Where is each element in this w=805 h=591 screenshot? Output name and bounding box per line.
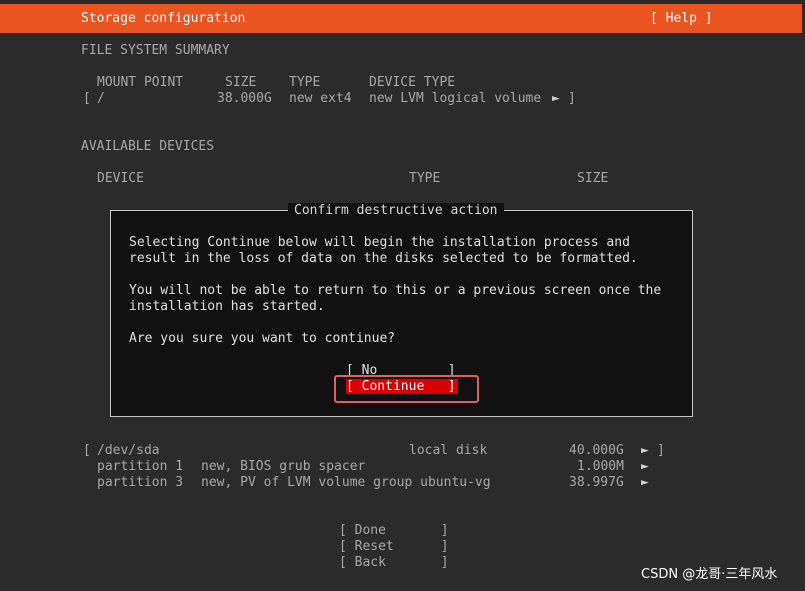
terminal-screen: Storage configuration [ Help ] FILE SYST… [0,0,805,591]
row-close-bracket: ] [568,91,576,106]
row-open-bracket: [ [83,91,91,106]
col-device-size: SIZE [577,171,609,186]
row-arrow-icon: ► [552,91,560,106]
partition-size: 38.997G [569,475,624,490]
dialog-line-2: result in the loss of data on the disks … [129,251,638,266]
dialog-line-4: installation has started. [129,299,325,314]
device-arrow-icon: ► [641,443,649,458]
dialog-line-1: Selecting Continue below will begin the … [129,235,630,250]
device-open-bracket: [ [83,443,91,458]
partition-desc: new, PV of LVM volume group ubuntu-vg [201,475,491,490]
partition-name: partition 1 [97,459,184,474]
col-device-type: DEVICE TYPE [369,75,456,90]
dialog-title: Confirm destructive action [288,203,504,219]
col-size: SIZE [225,75,257,90]
dialog-question: Are you sure you want to continue? [129,331,396,346]
device-name: /dev/sda [97,443,160,458]
row-type: new ext4 [289,91,352,106]
device-size: 40.000G [569,443,624,458]
device-type: local disk [409,443,488,458]
help-button[interactable]: [ Help ] [650,11,713,27]
header-bar: Storage configuration [ Help ] [0,4,802,33]
partition-arrow-icon: ► [641,459,649,474]
device-close-bracket: ] [657,443,665,458]
col-type: TYPE [289,75,321,90]
col-mount-point: MOUNT POINT [97,75,184,90]
col-device-type-2: TYPE [409,171,441,186]
partition-arrow-icon: ► [641,475,649,490]
row-device-type: new LVM logical volume [369,91,542,106]
available-devices-heading: AVAILABLE DEVICES [81,139,215,154]
partition-name: partition 3 [97,475,184,490]
watermark: CSDN @龙哥·三年风水 [641,567,778,582]
row-size: 38.000G [217,91,272,106]
page-title: Storage configuration [81,11,246,26]
back-button[interactable]: [ Back ] [339,555,449,571]
row-mount-point: / [97,91,105,106]
dialog-line-3: You will not be able to return to this o… [129,283,662,298]
fs-summary-heading: FILE SYSTEM SUMMARY [81,43,230,58]
partition-size: 1.000M [577,459,624,474]
done-button[interactable]: [ Done ] [339,523,449,539]
partition-desc: new, BIOS grub spacer [201,459,366,474]
col-device: DEVICE [97,171,144,186]
annotation-highlight-box [334,375,479,403]
reset-button[interactable]: [ Reset ] [339,539,449,555]
